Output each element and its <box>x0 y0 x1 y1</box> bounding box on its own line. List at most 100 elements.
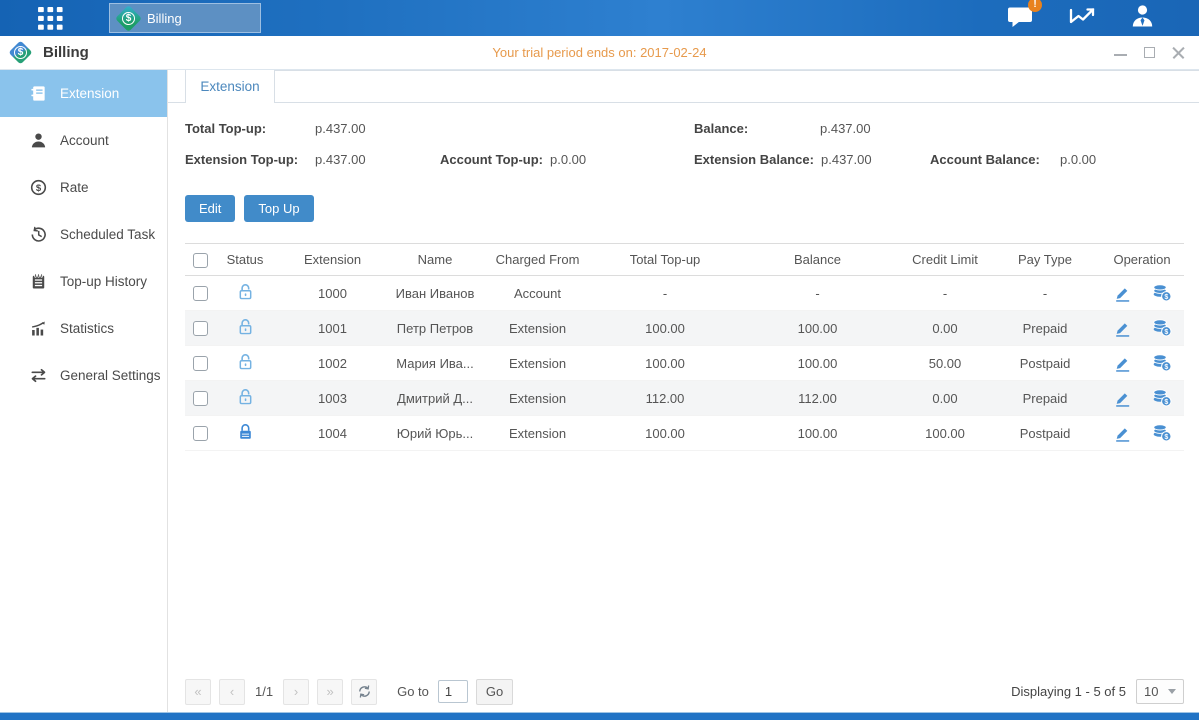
sidebar-label-scheduled-task: Scheduled Task <box>60 227 155 242</box>
svg-text:$: $ <box>36 183 42 194</box>
sidebar-item-statistics[interactable]: Statistics <box>0 305 167 352</box>
tab-extension[interactable]: Extension <box>185 70 275 103</box>
user-account-icon[interactable] <box>1130 4 1155 33</box>
table-row: 1000Иван ИвановAccount----$ <box>185 276 1184 311</box>
account-topup-label: Account Top-up: <box>440 152 543 167</box>
resource-monitor-icon[interactable] <box>1068 4 1096 33</box>
minimize-button[interactable] <box>1114 46 1127 59</box>
top-up-icon[interactable]: $ <box>1152 424 1172 442</box>
row-checkbox[interactable] <box>193 426 208 441</box>
total-topup-cell: 112.00 <box>595 381 735 416</box>
taskbar: $ Billing ! <box>0 0 1199 36</box>
pay-type-cell: Prepaid <box>990 311 1100 346</box>
charged-from-cell: Account <box>480 276 595 311</box>
sidebar-label-general-settings: General Settings <box>60 368 161 383</box>
balance-cell: 112.00 <box>735 381 900 416</box>
billing-diamond-icon: $ <box>115 5 142 32</box>
taskbar-tab-billing[interactable]: $ Billing <box>109 3 261 33</box>
goto-label: Go to <box>397 684 429 699</box>
table-row: 1004Юрий Юрь...Extension100.00100.00100.… <box>185 416 1184 451</box>
charged-from-cell: Extension <box>480 416 595 451</box>
edit-icon[interactable] <box>1113 425 1132 442</box>
edit-icon[interactable] <box>1113 285 1132 302</box>
page-size-select[interactable]: 10 <box>1136 679 1184 704</box>
go-button[interactable]: Go <box>476 679 513 705</box>
app-grid-icon[interactable] <box>38 7 63 30</box>
credit-limit-cell: 100.00 <box>900 416 990 451</box>
refresh-button[interactable] <box>351 679 377 705</box>
goto-page-input[interactable] <box>438 680 468 703</box>
chevron-down-icon <box>1168 689 1176 694</box>
edit-button[interactable]: Edit <box>185 195 235 222</box>
sidebar-item-general-settings[interactable]: General Settings <box>0 352 167 399</box>
scheduled-task-icon <box>30 226 47 243</box>
account-balance-label: Account Balance: <box>930 152 1040 167</box>
taskbar-tab-label: Billing <box>147 11 182 26</box>
locked-icon <box>237 423 254 441</box>
sidebar-label-topup-history: Top-up History <box>60 274 147 289</box>
topup-history-icon <box>30 273 47 290</box>
balance-cell: 100.00 <box>735 311 900 346</box>
sidebar-item-rate[interactable]: $ Rate <box>0 164 167 211</box>
maximize-button[interactable] <box>1143 46 1156 59</box>
pay-type-cell: Postpaid <box>990 346 1100 381</box>
top-up-icon[interactable]: $ <box>1152 354 1172 372</box>
account-balance-value: p.0.00 <box>1060 152 1096 167</box>
name-cell: Мария Ива... <box>390 346 480 381</box>
window-titlebar: $ Billing Your trial period ends on: 201… <box>0 36 1199 70</box>
pagination-bar: « ‹ 1/1 › » Go to Go Displaying <box>185 678 1184 705</box>
table-row: 1002Мария Ива...Extension100.00100.0050.… <box>185 346 1184 381</box>
page-indicator: 1/1 <box>255 684 273 699</box>
taskbar-right-icons: ! <box>1007 4 1155 33</box>
status-cell <box>215 311 275 346</box>
header-credit-limit: Credit Limit <box>900 244 990 276</box>
svg-text:$: $ <box>1164 434 1168 441</box>
header-charged-from: Charged From <box>480 244 595 276</box>
name-cell: Юрий Юрь... <box>390 416 480 451</box>
statistics-icon <box>30 320 47 337</box>
balance-value: p.437.00 <box>820 121 871 136</box>
credit-limit-cell: 0.00 <box>900 311 990 346</box>
row-checkbox[interactable] <box>193 321 208 336</box>
table-header-row: Status Extension Name Charged From Total… <box>185 244 1184 276</box>
row-checkbox[interactable] <box>193 391 208 406</box>
operation-cell: $ <box>1100 424 1184 442</box>
extension-balance-label: Extension Balance: <box>694 152 814 167</box>
sidebar: Extension Account $ Rate <box>0 70 168 712</box>
edit-icon[interactable] <box>1113 355 1132 372</box>
sidebar-label-statistics: Statistics <box>60 321 114 336</box>
action-buttons: Edit Top Up <box>185 195 1199 222</box>
table-row: 1003Дмитрий Д...Extension112.00112.000.0… <box>185 381 1184 416</box>
row-checkbox[interactable] <box>193 356 208 371</box>
prev-page-button[interactable]: ‹ <box>219 679 245 705</box>
first-page-button[interactable]: « <box>185 679 211 705</box>
row-checkbox[interactable] <box>193 286 208 301</box>
header-extension: Extension <box>275 244 390 276</box>
status-cell <box>215 381 275 416</box>
sidebar-label-rate: Rate <box>60 180 89 195</box>
svg-text:$: $ <box>1164 399 1168 406</box>
name-cell: Иван Иванов <box>390 276 480 311</box>
top-up-icon[interactable]: $ <box>1152 319 1172 337</box>
top-up-icon[interactable]: $ <box>1152 389 1172 407</box>
svg-text:$: $ <box>1164 294 1168 301</box>
top-up-button[interactable]: Top Up <box>244 195 313 222</box>
sidebar-item-scheduled-task[interactable]: Scheduled Task <box>0 211 167 258</box>
select-all-checkbox[interactable] <box>193 253 208 268</box>
charged-from-cell: Extension <box>480 346 595 381</box>
sidebar-item-topup-history[interactable]: Top-up History <box>0 258 167 305</box>
next-page-button[interactable]: › <box>283 679 309 705</box>
top-up-icon[interactable]: $ <box>1152 284 1172 302</box>
messages-icon[interactable]: ! <box>1007 4 1034 33</box>
total-topup-cell: - <box>595 276 735 311</box>
displaying-text: Displaying 1 - 5 of 5 <box>1011 684 1126 699</box>
close-button[interactable] <box>1172 46 1185 59</box>
last-page-button[interactable]: » <box>317 679 343 705</box>
edit-icon[interactable] <box>1113 390 1132 407</box>
extension-cell: 1002 <box>275 346 390 381</box>
sidebar-item-extension[interactable]: Extension <box>0 70 167 117</box>
sidebar-item-account[interactable]: Account <box>0 117 167 164</box>
operation-cell: $ <box>1100 319 1184 337</box>
main-panel: Extension Total Top-up: p.437.00 Balance… <box>168 70 1199 712</box>
edit-icon[interactable] <box>1113 320 1132 337</box>
